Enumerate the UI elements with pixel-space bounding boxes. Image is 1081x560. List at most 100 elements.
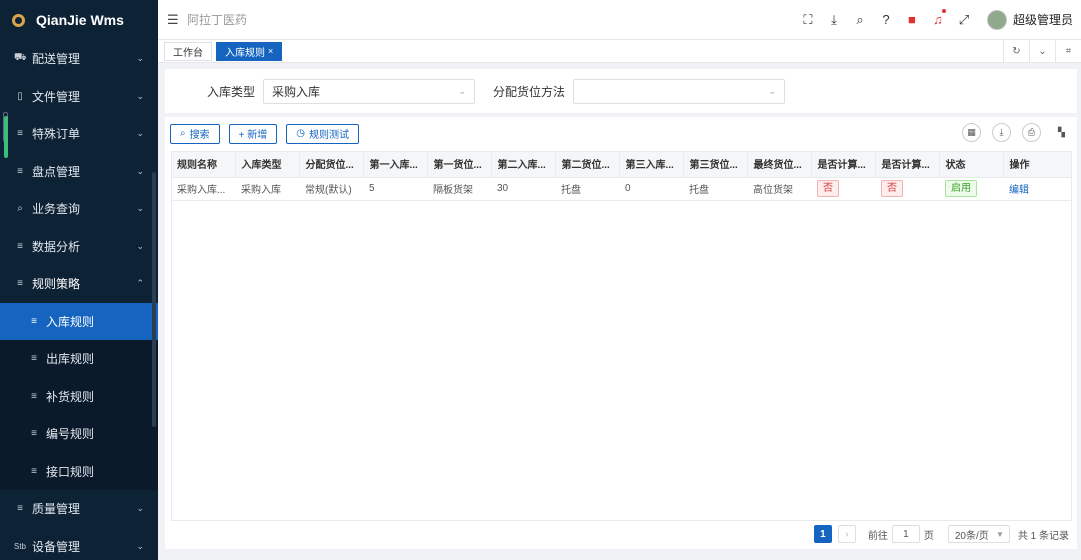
sidebar-subitem-inbound-rules[interactable]: ≡ 入库规则 [0, 302, 158, 340]
tabs-bar: 工作台 入库规则 × ↻ ⌄ ⌗ [158, 40, 1081, 63]
col-status[interactable]: 状态 [939, 151, 1004, 178]
chevron-down-icon: ⌄ [136, 128, 144, 139]
sidebar-item-rule-strategy[interactable]: ≡ 规则策略 ⌃ [0, 265, 158, 303]
layout-icon[interactable]: ▚ [1052, 123, 1071, 142]
list-icon: ≡ [17, 278, 23, 290]
chevron-down-icon: ▼ [995, 529, 1004, 539]
col-alloc-method[interactable]: 分配货位... [299, 151, 364, 178]
sidebar-subitem-outbound-rules[interactable]: ≡ 出库规则 [0, 340, 158, 378]
cell-calc-2: 否 [875, 177, 939, 201]
chevron-down-icon: ⌄ [768, 85, 777, 96]
col-second-qty[interactable]: 第二入库... [491, 151, 556, 178]
status-badge: 启用 [945, 180, 977, 197]
sidebar-item-data-analysis[interactable]: ≡ 数据分析 ⌄ [0, 228, 158, 266]
col-calc-2[interactable]: 是否计算... [875, 151, 940, 178]
message-icon[interactable]: ■ [899, 12, 925, 27]
cell-third-qty: 0 [619, 177, 683, 201]
bell-icon[interactable]: ♫ [925, 9, 951, 27]
notification-dot [941, 9, 946, 13]
list-icon: ≡ [31, 315, 37, 327]
goto-label: 前往 [867, 530, 888, 542]
rules-table: 规则名称 入库类型 分配货位... 第一入库... 第一货位... 第二入库..… [171, 151, 1072, 201]
cell-first-loc: 隔板货架 [427, 177, 491, 201]
username[interactable]: 超级管理员 [1013, 11, 1073, 28]
sidebar-item-inventory-count[interactable]: ≡ 盘点管理 ⌄ [0, 153, 158, 191]
sidebar: QianJie Wms ⛟ 配送管理 ⌄ ▯ 文件管理 ⌄ ≡ 特殊订单 ⌄ ≡… [0, 0, 158, 560]
cell-second-loc: 托盘 [555, 177, 619, 201]
app-name: QianJie Wms [36, 12, 124, 28]
col-rule-name[interactable]: 规则名称 [171, 151, 236, 178]
rule-test-button[interactable]: ◷ 规则测试 [286, 123, 359, 144]
search-icon: ⌕ [17, 203, 23, 215]
col-inbound-type[interactable]: 入库类型 [235, 151, 300, 178]
col-third-qty[interactable]: 第三入库... [619, 151, 684, 178]
print-icon[interactable]: ⎙ [1022, 123, 1041, 142]
fullscreen-icon[interactable]: ⤢ [951, 12, 977, 28]
file-icon: ▯ [17, 90, 23, 102]
status-badge: 否 [817, 180, 839, 197]
refresh-icon[interactable]: ↻ [1003, 40, 1029, 62]
sidebar-subitem-replenish-rules[interactable]: ≡ 补货规则 [0, 377, 158, 415]
cell-alloc-method: 常规(默认) [299, 177, 363, 201]
cell-inbound-type: 采购入库 [235, 177, 299, 201]
scan-icon[interactable]: ⛶ [795, 12, 821, 28]
sidebar-scroll-handle[interactable] [4, 116, 8, 158]
sidebar-item-files[interactable]: ▯ 文件管理 ⌄ [0, 78, 158, 116]
table-row[interactable]: 采购入库... 采购入库 常规(默认) 5 隔板货架 30 托盘 0 托盘 高位… [171, 177, 1072, 201]
goto-input[interactable]: 1 [891, 525, 920, 543]
page-size-select[interactable]: 20条/页 ▼ [947, 525, 1010, 543]
chevron-down-icon[interactable]: ⌄ [1029, 40, 1055, 62]
chevron-down-icon: ⌄ [136, 90, 144, 101]
col-calc-1[interactable]: 是否计算... [811, 151, 876, 178]
sidebar-scrollbar[interactable] [152, 172, 156, 427]
table-header-row: 规则名称 入库类型 分配货位... 第一入库... 第一货位... 第二入库..… [171, 151, 1072, 178]
page-current[interactable]: 1 [813, 525, 832, 543]
sidebar-item-delivery[interactable]: ⛟ 配送管理 ⌄ [0, 40, 158, 78]
cell-final-loc: 高位货架 [747, 177, 811, 201]
cell-rule-name: 采购入库... [171, 177, 235, 201]
list-icon: ≡ [31, 390, 37, 402]
menu-fold-icon[interactable]: ☰ [167, 12, 179, 28]
search-button[interactable]: ⌕ 搜索 [170, 123, 220, 144]
col-first-loc[interactable]: 第一货位... [427, 151, 492, 178]
sidebar-subitem-numbering-rules[interactable]: ≡ 编号规则 [0, 415, 158, 453]
tabs-actions: ↻ ⌄ ⌗ [1003, 40, 1081, 62]
close-icon[interactable]: × [268, 46, 273, 56]
table-frame [171, 151, 1072, 521]
col-final-loc[interactable]: 最终货位... [747, 151, 812, 178]
chevron-right-icon[interactable]: › [837, 525, 856, 543]
sidebar-item-business-query[interactable]: ⌕ 业务查询 ⌄ [0, 190, 158, 228]
list-icon: ≡ [17, 503, 23, 515]
sidebar-item-quality[interactable]: ≡ 质量管理 ⌄ [0, 490, 158, 528]
cell-first-qty: 5 [363, 177, 427, 201]
col-action: 操作 [1003, 151, 1072, 178]
top-header: ☰ 阿拉丁医药 ⛶ ⤓ ⌕ ? ■ ♫ ⤢ 超级管理员 [158, 0, 1081, 40]
chevron-down-icon: ⌄ [136, 53, 144, 64]
avatar[interactable] [986, 9, 1007, 30]
sidebar-item-devices[interactable]: Stb 设备管理 ⌄ [0, 528, 158, 560]
cell-action: 编辑 [1003, 177, 1072, 201]
add-button[interactable]: + 新增 [228, 123, 278, 144]
inbound-type-select[interactable]: 采购入库 ⌄ [263, 78, 476, 104]
search-icon[interactable]: ⌕ [847, 12, 873, 28]
alloc-method-select[interactable]: ⌄ [573, 78, 786, 104]
status-badge: 否 [881, 180, 903, 197]
col-third-loc[interactable]: 第三货位... [683, 151, 748, 178]
edit-link[interactable]: 编辑 [1009, 185, 1029, 196]
tab-inbound-rules[interactable]: 入库规则 × [216, 41, 283, 61]
chevron-down-icon: ⌄ [136, 240, 144, 251]
alloc-method-label: 分配货位方法 [493, 84, 566, 99]
app-logo[interactable]: QianJie Wms [0, 0, 158, 40]
sidebar-subitem-interface-rules[interactable]: ≡ 接口规则 [0, 452, 158, 490]
chevron-down-icon: ⌄ [136, 203, 144, 214]
cell-status: 启用 [939, 177, 1003, 201]
download-icon[interactable]: ⤓ [821, 12, 847, 28]
col-first-qty[interactable]: 第一入库... [363, 151, 428, 178]
col-second-loc[interactable]: 第二货位... [555, 151, 620, 178]
expand-icon[interactable]: ⌗ [1055, 40, 1081, 62]
sidebar-item-special-orders[interactable]: ≡ 特殊订单 ⌄ [0, 115, 158, 153]
export-icon[interactable]: ⤓ [992, 123, 1011, 142]
columns-icon[interactable]: ▦ [962, 123, 981, 142]
tab-workbench[interactable]: 工作台 [164, 41, 212, 61]
help-icon[interactable]: ? [873, 12, 899, 27]
